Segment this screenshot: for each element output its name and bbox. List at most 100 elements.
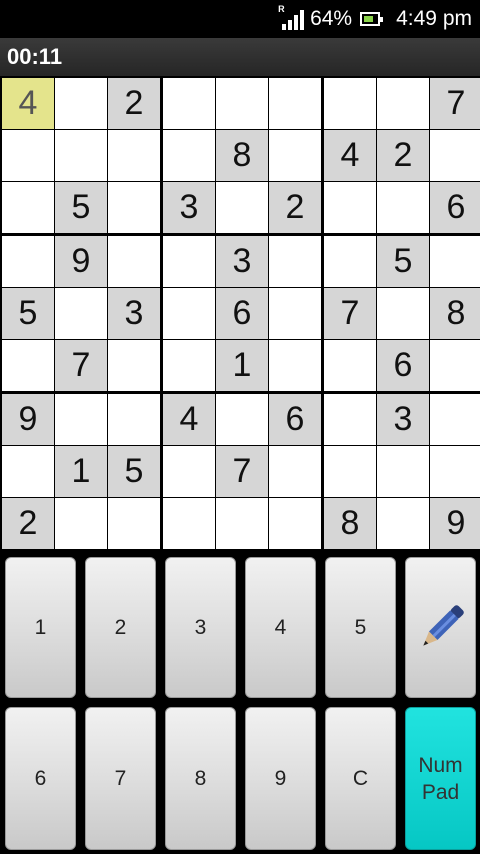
board-cell[interactable] [108,394,160,445]
board-cell[interactable] [108,340,160,391]
board-cell[interactable]: 5 [55,182,107,233]
clock: 4:49 pm [396,7,472,30]
board-cell[interactable] [324,394,376,445]
board-cell[interactable] [430,130,480,181]
key-1[interactable]: 1 [5,557,76,698]
board-cell[interactable]: 8 [216,130,268,181]
board-cell[interactable] [163,498,215,549]
status-right: R 64% 4:49 pm [278,4,472,32]
board-cell[interactable]: 7 [55,340,107,391]
board-cell[interactable]: 1 [55,446,107,497]
board-cell[interactable] [377,288,429,339]
numpad-label-line2: Pad [421,780,460,804]
board-cell[interactable] [324,340,376,391]
board-cell[interactable] [269,340,321,391]
board-cell[interactable] [269,498,321,549]
key-6[interactable]: 6 [5,707,76,850]
board-cell[interactable] [108,182,160,233]
board-cell[interactable] [108,236,160,287]
board-cell[interactable] [377,182,429,233]
board-cell[interactable] [269,130,321,181]
board-cell[interactable]: 2 [269,182,321,233]
board-cell[interactable] [55,130,107,181]
board-cell[interactable] [163,446,215,497]
board-cell[interactable] [2,182,54,233]
board-cell[interactable] [163,78,215,129]
board-cell[interactable]: 5 [108,446,160,497]
board-cell[interactable]: 7 [216,446,268,497]
board-cell[interactable] [324,236,376,287]
board-cell[interactable]: 7 [430,78,480,129]
board-cell[interactable]: 8 [324,498,376,549]
board-cell[interactable] [163,340,215,391]
board-cell[interactable] [269,78,321,129]
board-cell[interactable] [377,446,429,497]
key-9[interactable]: 9 [245,707,316,850]
board-cell[interactable]: 6 [430,182,480,233]
board-cell[interactable] [324,182,376,233]
key-3[interactable]: 3 [165,557,236,698]
board-cell[interactable] [163,130,215,181]
board-cell[interactable] [55,498,107,549]
board-cell[interactable] [216,78,268,129]
board-cell[interactable] [163,288,215,339]
board-cell[interactable] [324,78,376,129]
board-cell[interactable] [269,446,321,497]
pencil-mode-button[interactable] [405,557,476,698]
clear-button[interactable]: C [325,707,396,850]
board-cell[interactable] [430,340,480,391]
board-cell[interactable] [108,498,160,549]
board-cell[interactable] [377,78,429,129]
key-4[interactable]: 4 [245,557,316,698]
board-cell[interactable]: 4 [324,130,376,181]
board-cell[interactable] [216,394,268,445]
board-cell[interactable]: 3 [108,288,160,339]
board-cell[interactable] [430,446,480,497]
numpad-toggle-button[interactable]: Num Pad [405,707,476,850]
board-cell[interactable]: 2 [108,78,160,129]
board-cell[interactable]: 2 [377,130,429,181]
key-2[interactable]: 2 [85,557,156,698]
board-cell[interactable]: 5 [2,288,54,339]
board-cell[interactable] [216,182,268,233]
board-cell[interactable]: 3 [216,236,268,287]
board-cell[interactable] [269,288,321,339]
status-bar: R 64% 4:49 pm [0,0,480,38]
board-cell[interactable] [2,446,54,497]
board-cell[interactable] [108,130,160,181]
board-cell[interactable]: 1 [216,340,268,391]
board-cell[interactable]: 4 [2,78,54,129]
board-cell[interactable]: 6 [216,288,268,339]
board-cell[interactable]: 9 [2,394,54,445]
key-5[interactable]: 5 [325,557,396,698]
roaming-indicator: R [278,4,285,14]
key-7[interactable]: 7 [85,707,156,850]
board-cell[interactable]: 9 [430,498,480,549]
board-cell[interactable] [216,498,268,549]
board-cell[interactable]: 6 [377,340,429,391]
numpad-label-line1: Num [418,753,463,777]
board-cell[interactable]: 7 [324,288,376,339]
board-cell[interactable] [55,288,107,339]
board-cell[interactable] [2,130,54,181]
board-cell[interactable] [55,78,107,129]
board-cell[interactable]: 4 [163,394,215,445]
board-cell[interactable] [163,236,215,287]
sudoku-board: 4278425326935536787169463157289 [0,76,480,556]
board-cell[interactable] [430,394,480,445]
board-cell[interactable]: 9 [55,236,107,287]
board-cell[interactable]: 3 [163,182,215,233]
board-cell[interactable]: 8 [430,288,480,339]
board-cell[interactable]: 3 [377,394,429,445]
board-cell[interactable] [377,498,429,549]
board-cell[interactable]: 6 [269,394,321,445]
board-cell[interactable] [2,340,54,391]
key-8[interactable]: 8 [165,707,236,850]
board-cell[interactable]: 5 [377,236,429,287]
board-cell[interactable] [269,236,321,287]
board-cell[interactable]: 2 [2,498,54,549]
board-cell[interactable] [2,236,54,287]
board-cell[interactable] [324,446,376,497]
board-cell[interactable] [55,394,107,445]
board-cell[interactable] [430,236,480,287]
